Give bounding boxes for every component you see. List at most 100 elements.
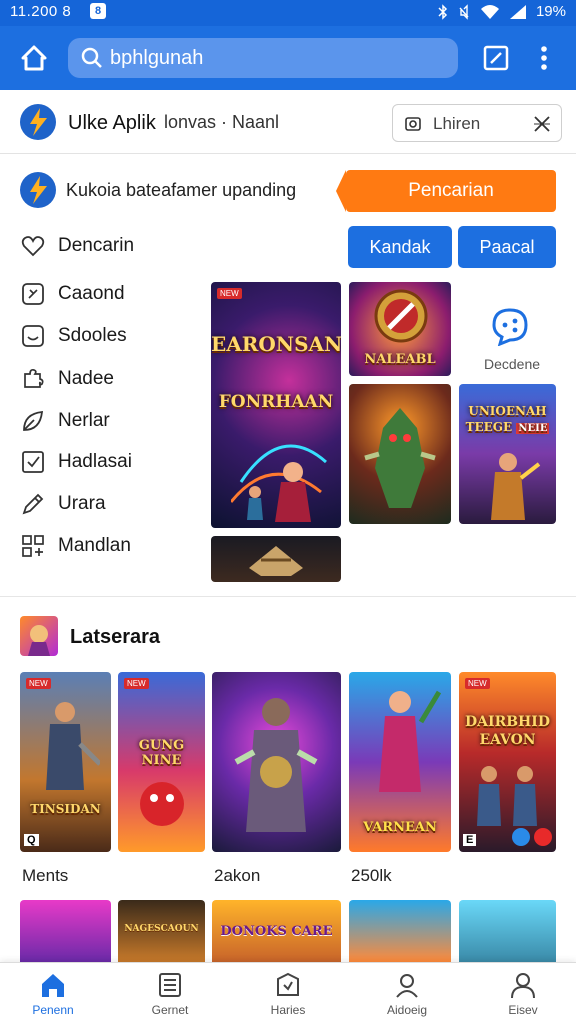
- menu-item-urara[interactable]: Urara: [20, 489, 106, 519]
- creature-art: [140, 782, 184, 826]
- menu-item-nadee[interactable]: Nadee: [20, 364, 114, 394]
- compose-icon[interactable]: [482, 44, 510, 72]
- game-card-row2-2[interactable]: NAGESCAOUN: [118, 900, 205, 962]
- battery-level: 19%: [535, 3, 566, 20]
- leaf-icon: [23, 410, 44, 431]
- card-5-badge: E: [463, 834, 477, 846]
- row2-title: NAGESCAOUN: [124, 924, 199, 934]
- menu-item-label: Caaond: [58, 283, 125, 304]
- search-input[interactable]: [110, 42, 440, 74]
- platform-icon: [512, 828, 530, 846]
- banner-text: Kukoia bateafamer upanding: [66, 180, 297, 200]
- menu-item-label: Sdooles: [58, 325, 127, 346]
- nav-aidoeig[interactable]: Aidoeig: [362, 969, 452, 1023]
- sparkle-icon: [22, 283, 44, 305]
- mute-icon: [459, 3, 469, 20]
- app-header: Ulke Aplik lonvas · Naanl Lhiren: [0, 92, 576, 154]
- gear-icon: [405, 117, 421, 131]
- bottom-nav: Penenn Gernet Haries Aidoeig Eisev: [0, 962, 576, 1024]
- search-bar[interactable]: [68, 38, 458, 78]
- knight-art: [234, 698, 318, 832]
- home-icon[interactable]: [18, 42, 50, 74]
- chat-label: Decdene: [484, 356, 541, 372]
- game-card-1[interactable]: NEW TINSIDAN Q: [20, 672, 111, 852]
- card-1-title: TINSIDAN: [30, 802, 101, 816]
- menu-item-label: Hadlasai: [58, 451, 132, 472]
- menu-item-hadlasai[interactable]: Hadlasai: [20, 447, 132, 477]
- new-badge: NEW: [124, 678, 149, 689]
- search-icon: [81, 47, 102, 68]
- card-2-title: GUNG NINE: [138, 738, 185, 768]
- game-tile-a[interactable]: NALEABL: [349, 282, 451, 376]
- nav-aidoeig-label: Aidoeig: [386, 1003, 428, 1017]
- nav-eisev-label: Eisev: [508, 1003, 538, 1017]
- shield-icon: [277, 972, 299, 996]
- featured-game-tile-small[interactable]: [211, 536, 341, 582]
- featured-title-top: EARONSAN: [211, 332, 341, 356]
- nav-gernet-label: Gernet: [151, 1003, 189, 1017]
- heart-icon: [21, 236, 45, 257]
- game-tile-b[interactable]: [349, 384, 451, 524]
- paacal-button[interactable]: Paacal: [458, 226, 556, 268]
- row2-title: DONOKS CARE: [220, 924, 333, 939]
- new-badge: NEW: [465, 678, 490, 689]
- shield-emblem: [374, 289, 428, 343]
- app-meta: lonvas · Naanl: [164, 112, 280, 132]
- profile-icon: [511, 973, 535, 999]
- section-thumbnail: [20, 616, 58, 656]
- app-logo: [20, 104, 56, 140]
- list-icon: [159, 973, 181, 997]
- filter-chip[interactable]: Lhiren: [392, 104, 562, 142]
- promo-banner: Kukoia bateafamer upanding Pencarian: [0, 168, 576, 214]
- app-name: Ulke Aplik: [68, 112, 156, 134]
- menu-item-caaond[interactable]: Caaond: [20, 279, 125, 309]
- menu-item-label: Nadee: [58, 368, 114, 389]
- card-5-subtitle: EAVON: [479, 732, 536, 748]
- menu-item-label: Nerlar: [58, 410, 110, 431]
- tile-c-title-2: TEEGE NEIE: [465, 420, 550, 434]
- game-card-3[interactable]: [212, 672, 341, 852]
- chat-icon[interactable]: [490, 306, 530, 346]
- game-card-2[interactable]: NEW GUNG NINE: [118, 672, 205, 852]
- menu-item-nerlar[interactable]: Nerlar: [20, 406, 110, 436]
- kandak-button[interactable]: Kandak: [348, 226, 452, 268]
- menu-item-dencarin[interactable]: Dencarin: [20, 231, 134, 261]
- bluetooth-icon: [438, 3, 448, 20]
- status-notification-icon: 8: [90, 3, 106, 19]
- banner-logo: [20, 172, 56, 208]
- squad-art: [477, 766, 537, 826]
- filter-chip-label: Lhiren: [433, 114, 481, 133]
- game-card-row2-5[interactable]: [459, 900, 556, 962]
- game-card-row2-1[interactable]: [20, 900, 111, 962]
- game-card-5[interactable]: NEW DAIRBHID EAVON E: [459, 672, 556, 852]
- search-cta-button[interactable]: Pencarian: [336, 170, 556, 212]
- nav-home-label: Penenn: [32, 1003, 74, 1017]
- new-badge: NEW: [217, 288, 242, 299]
- menu-item-sdooles[interactable]: Sdooles: [20, 321, 127, 351]
- more-vert-icon[interactable]: [532, 42, 556, 74]
- game-card-4[interactable]: VARNEAN: [349, 672, 451, 852]
- card-5-title: DAIRBHID: [465, 714, 550, 730]
- nav-eisev[interactable]: Eisev: [478, 969, 568, 1023]
- game-tile-c[interactable]: UNIOENAH TEEGE NEIE: [459, 384, 556, 524]
- menu-item-mandlan[interactable]: Mandlan: [20, 531, 131, 561]
- game-card-row2-3[interactable]: DONOKS CARE: [212, 900, 341, 962]
- signal-icon: [509, 4, 526, 19]
- nav-haries[interactable]: Haries: [243, 969, 333, 1023]
- card-4-title: VARNEAN: [363, 820, 437, 835]
- card-1-badge: Q: [24, 834, 39, 846]
- featured-title-bottom: FONRHAAN: [218, 392, 334, 412]
- tile-a-title: NALEABL: [364, 352, 436, 367]
- puzzle-icon: [24, 368, 44, 388]
- featured-game-tile[interactable]: NEW EARONSAN FONRHAAN: [211, 282, 341, 528]
- rating-icon: [534, 828, 552, 846]
- section-divider: [0, 596, 576, 597]
- nav-gernet[interactable]: Gernet: [125, 969, 215, 1023]
- menu-item-label: Dencarin: [58, 235, 135, 256]
- close-icon[interactable]: [531, 113, 553, 135]
- nav-home[interactable]: Penenn: [8, 969, 98, 1023]
- warrior-art: [491, 453, 541, 520]
- game-card-row2-4[interactable]: [349, 900, 451, 962]
- menu-item-label: Urara: [58, 493, 106, 514]
- smile-icon: [22, 325, 44, 347]
